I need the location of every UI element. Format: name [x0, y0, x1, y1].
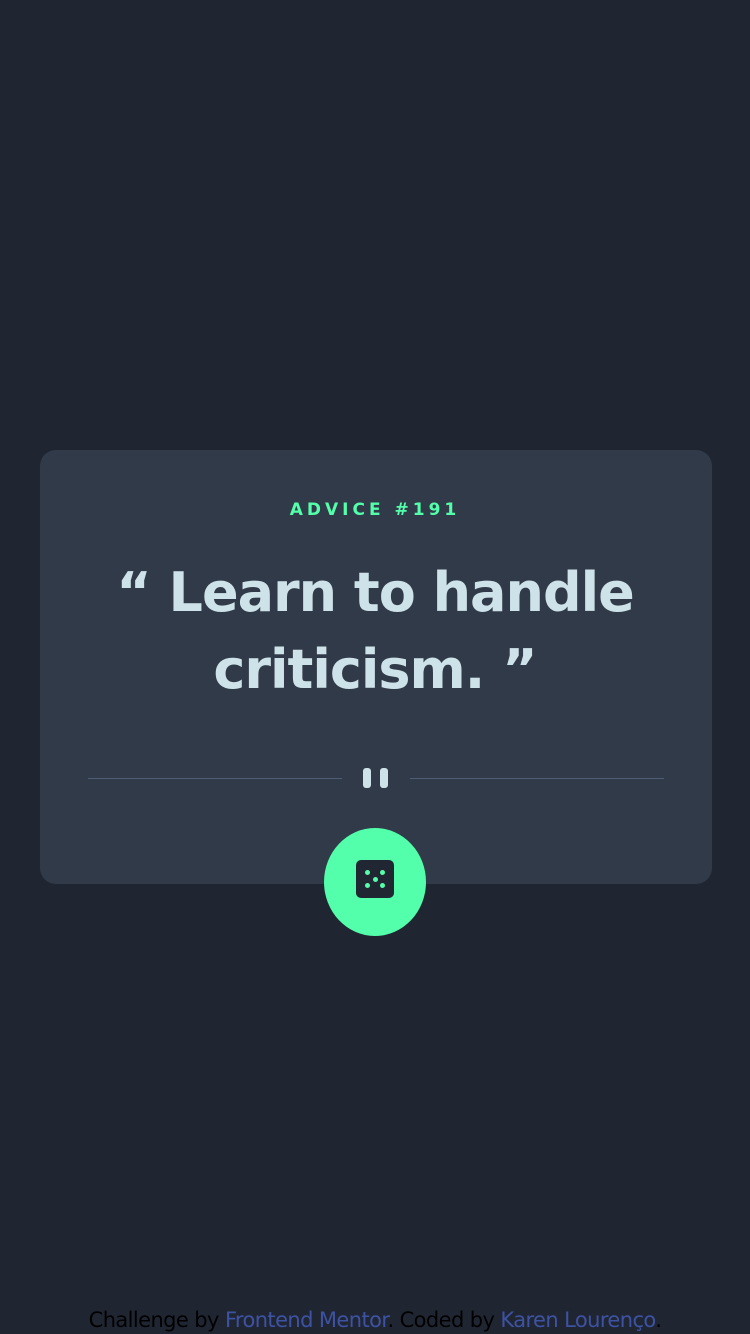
- author-link[interactable]: Karen Lourenço: [500, 1308, 655, 1332]
- advice-quote: “ Learn to handle criticism. ”: [116, 561, 634, 701]
- attribution-coded-text: . Coded by: [387, 1308, 501, 1332]
- advice-id-label: ADVICE #191: [289, 500, 461, 520]
- frontend-mentor-link[interactable]: Frontend Mentor: [225, 1308, 388, 1332]
- attribution: Challenge by Frontend Mentor. Coded by K…: [0, 1306, 750, 1334]
- attribution-suffix: .: [655, 1308, 662, 1332]
- attribution-challenge-text: Challenge by: [88, 1308, 225, 1332]
- divider: [88, 764, 664, 792]
- dice-icon: [356, 860, 394, 898]
- pause-icon: [362, 768, 390, 788]
- generate-advice-button[interactable]: [324, 828, 426, 936]
- divider-line-right: [410, 778, 664, 779]
- divider-line-left: [88, 778, 342, 779]
